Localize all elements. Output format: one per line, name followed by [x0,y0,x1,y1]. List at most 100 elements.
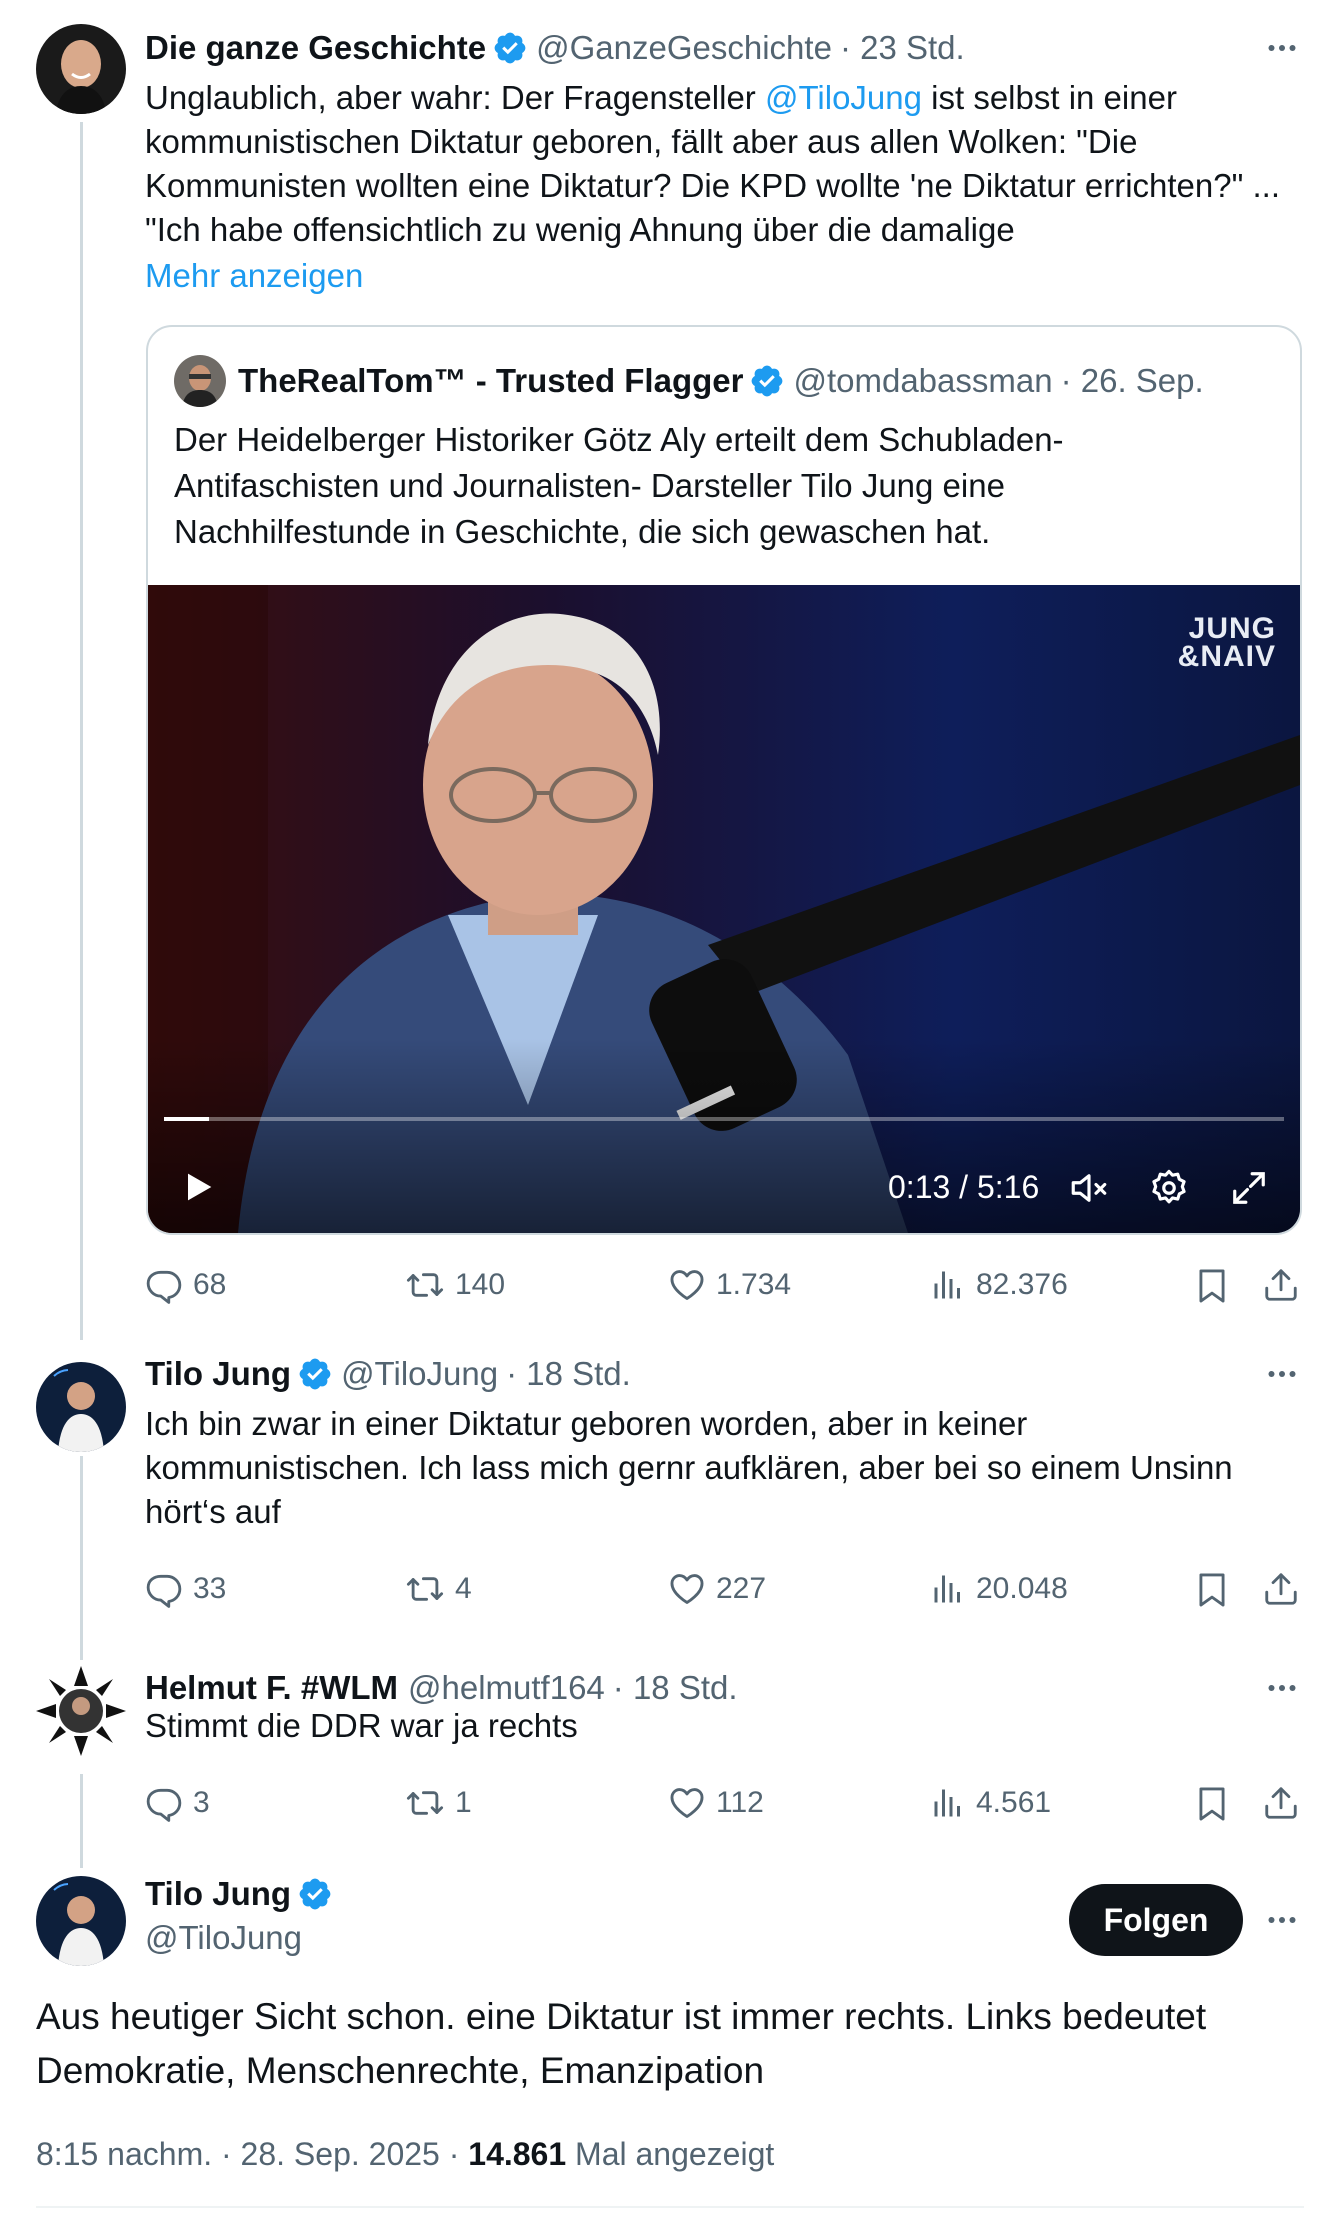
bookmark-icon[interactable] [1193,1785,1231,1823]
display-name[interactable]: Tilo Jung [145,1355,291,1393]
views-count: 4.561 [976,1786,1052,1819]
watermark-line: JUNG [1188,612,1276,645]
quote-avatar[interactable] [174,355,226,407]
tweet-text: Stimmt die DDR war ja rechts [145,1707,578,1744]
repost-icon [405,1266,445,1304]
repost-button[interactable]: 1 [405,1784,472,1822]
repost-count: 140 [455,1268,506,1301]
avatar[interactable] [36,1362,126,1452]
tweet-text-part: Unglaublich, aber wahr: Der Fragenstelle… [145,79,765,116]
reply-count: 3 [193,1786,210,1819]
repost-icon [405,1784,445,1822]
quote-text: Der Heidelberger Historiker Götz Aly ert… [174,421,1064,550]
tweet-time[interactable]: · 18 Std. [613,1669,738,1707]
repost-button[interactable]: 4 [405,1570,472,1608]
quote-user-handle[interactable]: @tomdabassman [793,362,1052,400]
verified-badge-icon [297,1356,333,1392]
play-icon[interactable] [178,1167,218,1207]
thread-line [80,1456,83,1660]
like-count: 112 [716,1786,764,1819]
tweet-header: Tilo Jung [145,1872,341,1916]
avatar[interactable] [36,1666,126,1756]
verified-badge-icon [297,1876,333,1912]
reply-button[interactable]: 68 [145,1266,226,1304]
like-button[interactable]: 112 [668,1784,764,1822]
bookmark-icon[interactable] [1193,1267,1231,1305]
verified-badge-icon [492,30,528,66]
views-icon [930,1266,966,1304]
like-button[interactable]: 227 [668,1570,766,1608]
verified-badge-icon [749,363,785,399]
more-icon[interactable] [1264,30,1300,66]
timestamp-text[interactable]: 8:15 nachm. · 28. Sep. 2025 · [36,2136,468,2172]
mute-icon[interactable] [1068,1167,1110,1209]
tweet-timestamp: 8:15 nachm. · 28. Sep. 2025 · 14.861 Mal… [36,2136,774,2173]
user-handle[interactable]: @helmutf164 [408,1669,605,1707]
user-handle[interactable]: @TiloJung [145,1916,302,1960]
show-more-link[interactable]: Mehr anzeigen [145,254,363,298]
repost-count: 1 [455,1786,472,1819]
divider [36,2206,1304,2208]
tweet-time[interactable]: · 23 Std. [840,29,965,67]
watermark-line: &NAIV [1177,640,1276,673]
avatar[interactable] [36,24,126,114]
like-icon [668,1266,706,1304]
quote-display-name[interactable]: TheRealTom™ - Trusted Flagger [238,362,743,400]
views-count: 82.376 [976,1268,1068,1301]
quote-header: TheRealTom™ - Trusted Flagger @tomdabass… [238,359,1204,403]
views-count: 20.048 [976,1572,1068,1605]
views-button[interactable]: 82.376 [930,1266,1068,1304]
mention-link[interactable]: @TiloJung [765,79,922,116]
reply-button[interactable]: 33 [145,1570,226,1608]
more-icon[interactable] [1264,1356,1300,1392]
more-icon[interactable] [1264,1670,1300,1706]
main-tweet-text: Aus heutiger Sicht schon. eine Diktatur … [36,1996,1207,2091]
share-icon[interactable] [1262,1266,1300,1304]
avatar[interactable] [36,1876,126,1966]
like-count: 227 [716,1572,767,1605]
user-handle[interactable]: @GanzeGeschichte [536,29,832,67]
settings-icon[interactable] [1148,1167,1190,1209]
quoted-tweet-card[interactable]: TheRealTom™ - Trusted Flagger @tomdabass… [146,325,1302,1235]
like-button[interactable]: 1.734 [668,1266,791,1304]
repost-icon [405,1570,445,1608]
reply-icon [145,1266,183,1304]
share-icon[interactable] [1262,1570,1300,1608]
share-icon[interactable] [1262,1784,1300,1822]
tweet-header: Die ganze Geschichte @GanzeGeschichte · … [145,26,965,70]
views-button[interactable]: 4.561 [930,1784,1051,1822]
display-name[interactable]: Tilo Jung [145,1875,291,1913]
repost-count: 4 [455,1572,472,1605]
video-progress-fill [164,1117,209,1121]
display-name[interactable]: Helmut F. #WLM [145,1669,398,1707]
thread-line [80,1774,83,1868]
view-count-label: Mal angezeigt [566,2136,775,2172]
video-time: 0:13 / 5:16 [888,1169,1040,1205]
like-icon [668,1570,706,1608]
reply-button[interactable]: 3 [145,1784,210,1822]
more-icon[interactable] [1264,1902,1300,1938]
reply-icon [145,1784,183,1822]
views-icon [930,1784,966,1822]
reply-icon [145,1570,183,1608]
tweet-time[interactable]: · 18 Std. [506,1355,631,1393]
fullscreen-icon[interactable] [1230,1169,1268,1207]
views-icon [930,1570,966,1608]
like-icon [668,1784,706,1822]
follow-button[interactable]: Folgen [1069,1884,1243,1956]
like-count: 1.734 [716,1268,792,1301]
views-button[interactable]: 20.048 [930,1570,1068,1608]
user-handle[interactable]: @TiloJung [341,1355,498,1393]
thread-line [80,122,83,1340]
quote-tweet-time[interactable]: · 26. Sep. [1061,362,1204,400]
bookmark-icon[interactable] [1193,1571,1231,1609]
video-player[interactable]: JUNG &NAIV 0:13 / 5:16 [148,585,1300,1233]
video-frame [148,585,1300,1233]
video-progress-track[interactable] [164,1117,1284,1121]
tweet-text: Unglaublich, aber wahr: Der Fragenstelle… [145,76,1300,252]
repost-button[interactable]: 140 [405,1266,505,1304]
reply-count: 33 [193,1572,227,1605]
display-name[interactable]: Die ganze Geschichte [145,29,486,67]
reply-count: 68 [193,1268,227,1301]
view-count: 14.861 [468,2136,567,2172]
